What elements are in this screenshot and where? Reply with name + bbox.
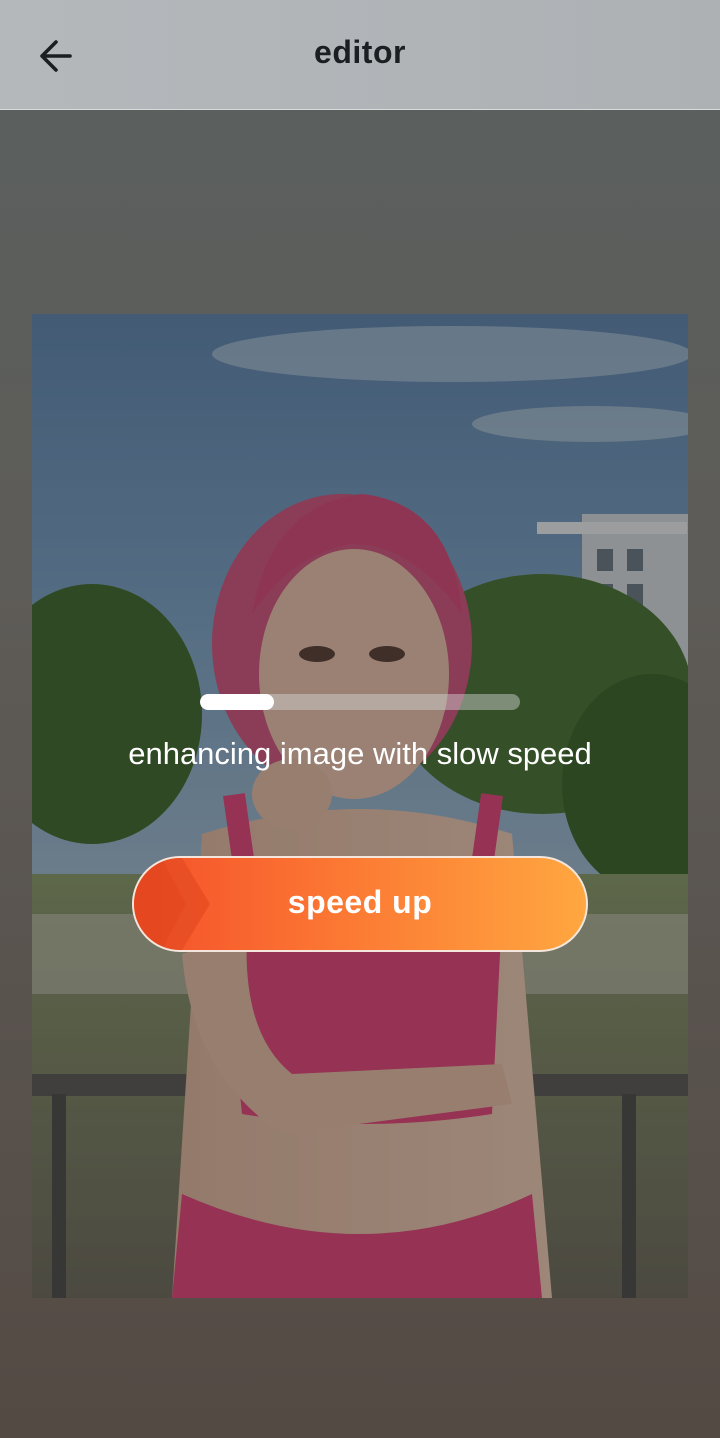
top-app-bar: editor [0, 0, 720, 110]
image-overlay [32, 314, 688, 1298]
progress-bar [200, 694, 520, 710]
progress-status-text: enhancing image with slow speed [128, 736, 592, 771]
page-title: editor [314, 34, 406, 70]
speed-up-label: speed up [287, 884, 433, 920]
speed-up-button[interactable]: speed up [132, 856, 588, 952]
image-preview [32, 314, 688, 1298]
progress-fill [200, 694, 274, 710]
